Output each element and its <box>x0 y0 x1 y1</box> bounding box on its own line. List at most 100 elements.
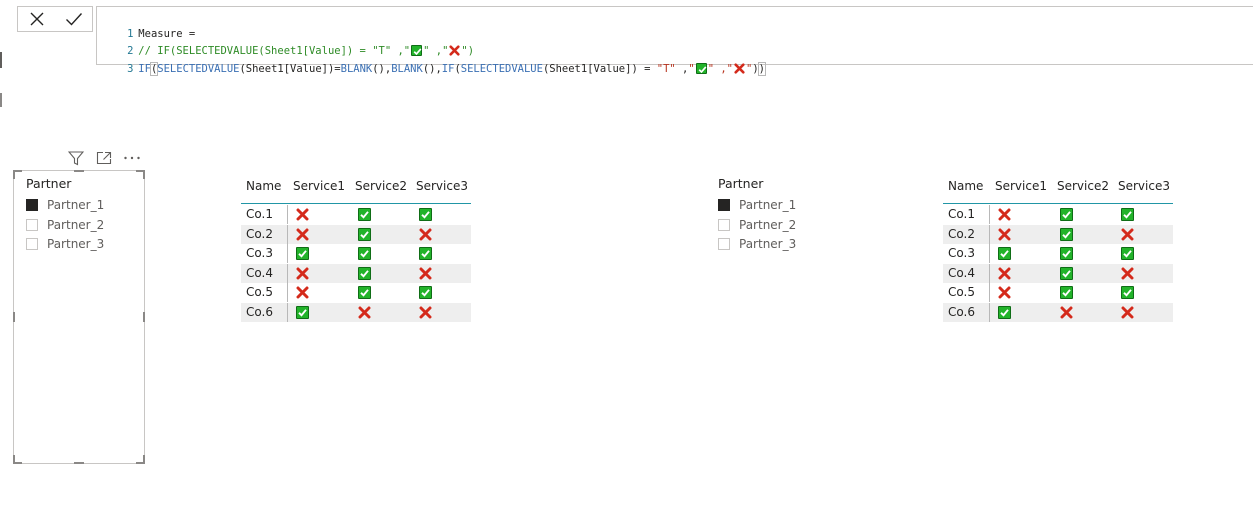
column-divider <box>287 263 288 283</box>
table-row[interactable]: Co.6 <box>943 302 1173 322</box>
cross-mark-icon <box>1121 267 1134 280</box>
formula-editor[interactable]: 1 Measure = 2// IF(SELECTEDVALUE(Sheet1[V… <box>96 6 1253 76</box>
row-name: Co.5 <box>948 285 975 299</box>
header-rule <box>241 203 471 204</box>
resize-handle[interactable] <box>143 312 145 322</box>
check-mark-button-icon <box>358 227 371 241</box>
resize-handle[interactable] <box>13 455 15 464</box>
code-text: (Sheet1[Value]) = <box>542 63 657 75</box>
code-text: (), <box>372 63 392 75</box>
cross-mark-icon <box>296 228 309 241</box>
table-row[interactable]: Co.3 <box>241 244 471 263</box>
line-number: 3 <box>127 63 134 75</box>
column-divider <box>989 283 990 302</box>
text-cursor <box>764 62 766 74</box>
slicer-item-label: Partner_1 <box>739 198 797 212</box>
check-mark-button-icon <box>998 305 1011 319</box>
slicer-item-label: Partner_1 <box>47 198 105 212</box>
slicer-checkbox[interactable] <box>718 199 730 211</box>
table-row[interactable]: Co.5 <box>241 283 471 302</box>
cross-mark-icon <box>296 286 309 299</box>
check-mark-button-icon <box>419 286 432 299</box>
column-header[interactable]: Service3 <box>416 179 468 193</box>
slicer-checkbox[interactable] <box>26 218 38 231</box>
column-header[interactable]: Service3 <box>1118 179 1170 193</box>
resize-handle[interactable] <box>143 170 145 179</box>
column-divider <box>989 205 990 224</box>
slicer-item[interactable]: Partner_1 <box>718 197 796 213</box>
cross-mark-icon <box>734 63 745 74</box>
column-header[interactable]: Service2 <box>1057 179 1109 193</box>
resize-handle[interactable] <box>13 312 15 322</box>
slicer-item[interactable]: Partner_1 <box>26 197 104 213</box>
header-rule <box>943 203 1173 204</box>
check-mark-button-icon <box>1060 247 1073 260</box>
column-divider <box>989 224 990 244</box>
slicer-item[interactable]: Partner_3 <box>26 236 104 252</box>
check-mark-button-icon <box>296 247 309 260</box>
column-divider <box>989 244 990 263</box>
table-row[interactable]: Co.1 <box>943 205 1173 224</box>
slicer-item-label: Partner_2 <box>739 217 797 232</box>
cross-mark-icon <box>296 267 309 280</box>
code-text: (Sheet1[Value])= <box>239 63 341 75</box>
slicer-item[interactable]: Partner_2 <box>26 217 104 233</box>
column-header[interactable]: Name <box>948 179 983 193</box>
row-name: Co.4 <box>246 265 273 280</box>
row-name: Co.6 <box>246 304 273 319</box>
check-mark-button-icon <box>1121 286 1134 299</box>
cross-mark-icon <box>419 228 432 241</box>
commit-formula-button[interactable] <box>61 8 87 30</box>
table-row[interactable]: Co.4 <box>241 263 471 283</box>
focus-mode-icon <box>96 151 112 165</box>
slicer-title: Partner <box>718 176 764 191</box>
column-divider <box>287 205 288 224</box>
column-divider <box>989 302 990 322</box>
check-mark-button-icon <box>1121 247 1134 260</box>
slicer-item[interactable]: Partner_2 <box>718 217 796 233</box>
column-header[interactable]: Service1 <box>995 179 1047 193</box>
slicer-title: Partner <box>26 176 72 191</box>
pane-toggle-mark <box>0 93 2 107</box>
slicer-checkbox[interactable] <box>718 218 730 231</box>
slicer-visual-frame[interactable] <box>13 170 145 464</box>
resize-handle[interactable] <box>143 455 145 464</box>
code-text: (), <box>422 63 442 75</box>
check-mark-button-icon <box>1060 266 1073 280</box>
check-mark-button-icon <box>695 63 707 74</box>
more-options-button[interactable] <box>123 150 141 166</box>
table-row[interactable]: Co.1 <box>241 205 471 224</box>
filter-button[interactable] <box>67 150 85 166</box>
cross-mark-icon <box>998 286 1011 299</box>
resize-handle[interactable] <box>74 170 84 172</box>
cross-mark-icon <box>1121 306 1134 319</box>
slicer-checkbox[interactable] <box>26 199 38 211</box>
table-row[interactable]: Co.6 <box>241 302 471 322</box>
column-divider <box>287 302 288 322</box>
focus-mode-button[interactable] <box>95 150 113 166</box>
column-header[interactable]: Service1 <box>293 179 345 193</box>
code-line-2: 2// IF(SELECTEDVALUE(Sheet1[Value]) = "T… <box>97 26 474 57</box>
code-function: SELECTEDVALUE <box>460 63 543 75</box>
resize-handle[interactable] <box>13 170 15 179</box>
table-row[interactable]: Co.2 <box>241 224 471 244</box>
column-header[interactable]: Service2 <box>355 179 407 193</box>
table-row[interactable]: Co.3 <box>943 244 1173 263</box>
check-mark-button-icon <box>1060 286 1073 299</box>
slicer-checkbox[interactable] <box>718 238 730 250</box>
table-row[interactable]: Co.2 <box>943 224 1173 244</box>
check-mark-button-icon <box>419 247 432 260</box>
column-divider <box>287 244 288 263</box>
slicer-checkbox[interactable] <box>26 238 38 250</box>
slicer-item[interactable]: Partner_3 <box>718 236 796 252</box>
table-row[interactable]: Co.4 <box>943 263 1173 283</box>
code-line-3: 3 IF(SELECTEDVALUE(Sheet1[Value])=BLANK()… <box>97 44 767 76</box>
cancel-formula-button[interactable] <box>24 8 50 30</box>
resize-handle[interactable] <box>74 462 84 464</box>
column-header[interactable]: Name <box>246 179 281 193</box>
row-name: Co.4 <box>948 265 975 280</box>
row-name: Co.5 <box>246 285 273 299</box>
check-mark-button-icon <box>358 266 371 280</box>
close-icon <box>30 12 43 26</box>
table-row[interactable]: Co.5 <box>943 283 1173 302</box>
